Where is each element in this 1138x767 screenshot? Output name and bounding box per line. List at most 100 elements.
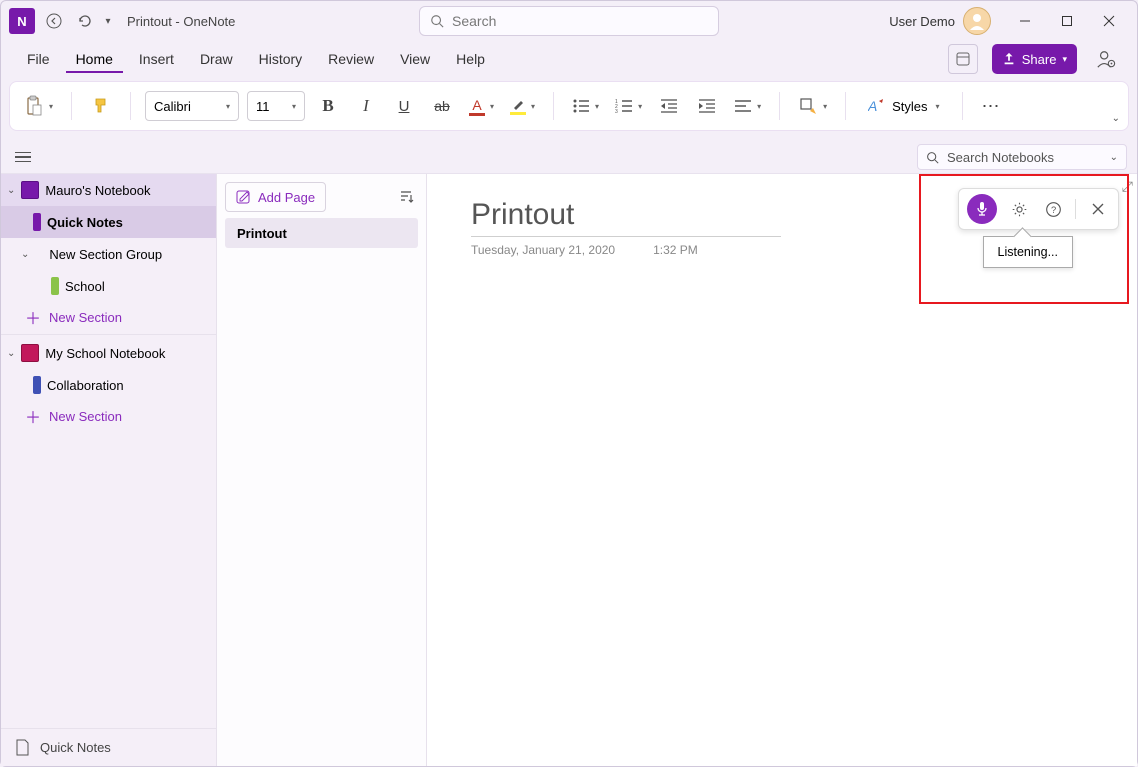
sidebar-footer-quick-notes[interactable]: Quick Notes bbox=[1, 728, 216, 766]
content-area: ⌄ Mauro's Notebook Quick Notes ⌄ New Sec… bbox=[1, 173, 1137, 766]
bullet-list-button[interactable]: ▾ bbox=[568, 89, 603, 123]
global-search[interactable]: Search bbox=[419, 6, 719, 36]
user-name: User Demo bbox=[889, 14, 955, 29]
format-painter-button[interactable] bbox=[86, 89, 116, 123]
new-section-label: New Section bbox=[49, 310, 122, 325]
menu-file[interactable]: File bbox=[17, 45, 60, 73]
new-section-label: New Section bbox=[49, 409, 122, 424]
search-placeholder: Search bbox=[452, 13, 496, 29]
avatar-icon bbox=[963, 7, 991, 35]
minimize-button[interactable] bbox=[1005, 6, 1045, 36]
gear-icon bbox=[1011, 201, 1028, 218]
ribbon-collapse-button[interactable]: ⌄ bbox=[1112, 108, 1120, 126]
pages-pane: Add Page Printout bbox=[217, 174, 427, 766]
section-label: Collaboration bbox=[47, 378, 124, 393]
section-school[interactable]: School bbox=[1, 270, 216, 302]
font-family-value: Calibri bbox=[154, 99, 191, 114]
menu-view[interactable]: View bbox=[390, 45, 440, 73]
increase-indent-button[interactable] bbox=[692, 89, 722, 123]
section-quick-notes[interactable]: Quick Notes bbox=[1, 206, 216, 238]
maximize-button[interactable] bbox=[1047, 6, 1087, 36]
notebook-school[interactable]: ⌄ My School Notebook bbox=[1, 337, 216, 369]
dictate-mic-button[interactable] bbox=[967, 194, 997, 224]
section-label: Quick Notes bbox=[47, 215, 123, 230]
notebook-icon bbox=[21, 344, 39, 362]
bold-button[interactable]: B bbox=[313, 89, 343, 123]
svg-text:?: ? bbox=[1050, 204, 1055, 214]
notebook-mauros[interactable]: ⌄ Mauro's Notebook bbox=[1, 174, 216, 206]
numbered-list-button[interactable]: 123 ▾ bbox=[611, 89, 646, 123]
titlebar: N ▾ Printout - OneNote Search User Demo bbox=[1, 1, 1137, 41]
tag-button[interactable]: ▾ bbox=[794, 89, 831, 123]
menu-history[interactable]: History bbox=[249, 45, 313, 73]
close-button[interactable] bbox=[1089, 6, 1129, 36]
paste-button[interactable]: ▾ bbox=[20, 89, 57, 123]
ribbon-overflow-button[interactable]: ⋯ bbox=[977, 89, 1007, 123]
dictate-tooltip: Listening... bbox=[983, 236, 1073, 268]
notebook-label: Mauro's Notebook bbox=[45, 183, 150, 198]
dictate-help-button[interactable]: ? bbox=[1041, 197, 1065, 221]
add-new-section-2[interactable]: ＋ New Section bbox=[1, 401, 216, 431]
highlight-button[interactable]: ▾ bbox=[506, 89, 539, 123]
menu-help[interactable]: Help bbox=[446, 45, 495, 73]
page-icon bbox=[15, 739, 30, 756]
italic-button[interactable]: I bbox=[351, 89, 381, 123]
styles-icon: A bbox=[868, 97, 886, 115]
strikethrough-button[interactable]: ab bbox=[427, 89, 457, 123]
menu-review[interactable]: Review bbox=[318, 45, 384, 73]
notebook-sidebar: ⌄ Mauro's Notebook Quick Notes ⌄ New Sec… bbox=[1, 174, 217, 766]
section-group-new[interactable]: ⌄ New Section Group bbox=[1, 238, 216, 270]
add-page-icon bbox=[236, 190, 250, 204]
sidebar-footer-label: Quick Notes bbox=[40, 740, 111, 755]
user-box[interactable]: User Demo bbox=[889, 7, 991, 35]
underline-button[interactable]: U bbox=[389, 89, 419, 123]
section-collaboration[interactable]: Collaboration bbox=[1, 369, 216, 401]
account-settings-icon[interactable] bbox=[1091, 44, 1121, 74]
section-label: School bbox=[65, 279, 105, 294]
dictate-settings-button[interactable] bbox=[1007, 197, 1031, 221]
separator bbox=[1075, 199, 1076, 219]
ribbon: ▾ Calibri ▾ 11 ▾ B I U ab A ▾ ▾ ▾ 123 ▾ … bbox=[9, 81, 1129, 131]
page-date: Tuesday, January 21, 2020 bbox=[471, 243, 615, 257]
page-canvas[interactable]: ⤢ Printout Tuesday, January 21, 2020 1:3… bbox=[427, 174, 1137, 766]
sort-pages-button[interactable] bbox=[394, 185, 418, 209]
share-button[interactable]: Share ▾ bbox=[992, 44, 1077, 74]
font-size-value: 11 bbox=[256, 99, 270, 114]
undo-button[interactable] bbox=[69, 6, 99, 36]
app-icon: N bbox=[9, 8, 35, 34]
notebook-search[interactable]: Search Notebooks ⌄ bbox=[917, 144, 1127, 170]
page-title[interactable]: Printout bbox=[471, 198, 781, 237]
add-new-section-1[interactable]: ＋ New Section bbox=[1, 302, 216, 332]
window-title: Printout - OneNote bbox=[127, 14, 235, 29]
dictate-toolbar: ? bbox=[958, 188, 1119, 230]
add-page-label: Add Page bbox=[258, 190, 315, 205]
expand-canvas-button[interactable]: ⤢ bbox=[1122, 178, 1133, 195]
font-size-dropdown[interactable]: 11 ▾ bbox=[247, 91, 305, 121]
search-icon bbox=[430, 14, 444, 28]
add-page-button[interactable]: Add Page bbox=[225, 182, 326, 212]
notebook-label: My School Notebook bbox=[45, 346, 165, 361]
sub-toolbar: Search Notebooks ⌄ bbox=[1, 141, 1137, 173]
close-icon bbox=[1092, 203, 1104, 215]
align-button[interactable]: ▾ bbox=[730, 89, 765, 123]
menu-home[interactable]: Home bbox=[66, 45, 123, 73]
menu-insert[interactable]: Insert bbox=[129, 45, 184, 73]
decrease-indent-button[interactable] bbox=[654, 89, 684, 123]
menu-draw[interactable]: Draw bbox=[190, 45, 243, 73]
back-button[interactable] bbox=[39, 6, 69, 36]
section-color-icon bbox=[51, 277, 59, 295]
dictate-close-button[interactable] bbox=[1086, 197, 1110, 221]
share-icon bbox=[1002, 52, 1016, 66]
page-item-printout[interactable]: Printout bbox=[225, 218, 418, 248]
microphone-icon bbox=[975, 201, 989, 217]
ribbon-mode-toggle[interactable] bbox=[948, 44, 978, 74]
svg-text:3: 3 bbox=[615, 109, 618, 114]
nav-toggle-button[interactable] bbox=[11, 152, 35, 163]
font-color-button[interactable]: A ▾ bbox=[465, 89, 498, 123]
quickaccess-more-button[interactable]: ▾ bbox=[99, 6, 117, 36]
styles-button[interactable]: A Styles ▾ bbox=[860, 89, 947, 123]
section-group-label: New Section Group bbox=[49, 247, 162, 262]
font-family-dropdown[interactable]: Calibri ▾ bbox=[145, 91, 239, 121]
section-color-icon bbox=[33, 376, 41, 394]
styles-label: Styles bbox=[892, 99, 927, 114]
